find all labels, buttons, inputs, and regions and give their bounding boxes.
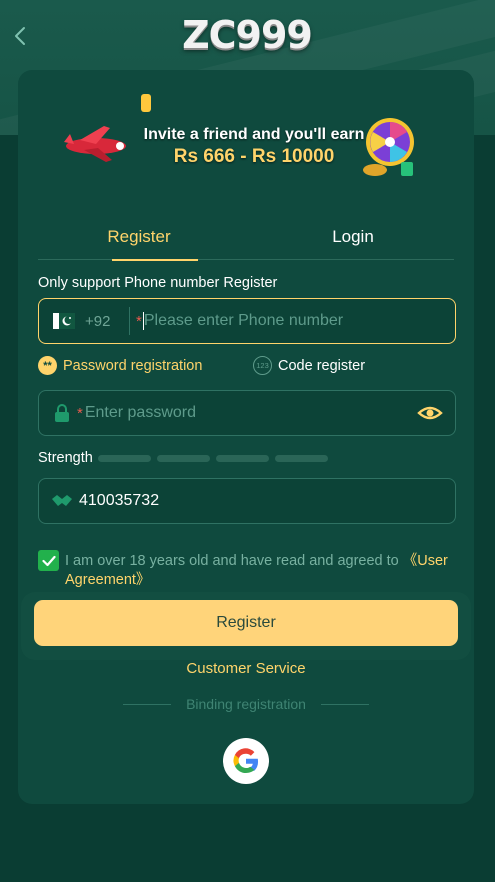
agreement-statement: I am over 18 years old and have read and… [65, 553, 403, 569]
password-registration-label: Password registration [63, 357, 203, 374]
checkmark-icon [41, 555, 56, 566]
back-button[interactable] [8, 22, 32, 50]
code-register-label: Code register [278, 357, 366, 374]
invite-code-field[interactable] [38, 478, 456, 524]
agreement-text: I am over 18 years old and have read and… [65, 552, 455, 590]
prize-wheel-icon [363, 118, 414, 176]
google-icon [233, 748, 259, 774]
code-register-option[interactable]: 123 Code register [253, 356, 365, 375]
divider-line [321, 704, 369, 705]
tab-login[interactable]: Login [278, 214, 428, 260]
field-divider [129, 307, 130, 335]
phone-input[interactable] [143, 312, 444, 330]
customer-service-link[interactable]: Customer Service [18, 660, 474, 677]
coin-icon [141, 94, 151, 112]
password-registration-option[interactable]: ** Password registration [38, 356, 202, 375]
register-card: Invite a friend and you'll earn Rs 666 -… [18, 70, 474, 804]
required-mark: * [77, 404, 83, 422]
strength-bar [275, 454, 328, 462]
code-mode-icon: 123 [253, 356, 272, 375]
logo-text: ZC999 [182, 13, 313, 57]
strength-bar [216, 454, 269, 462]
invite-code-input[interactable] [79, 492, 379, 510]
phone-field[interactable]: +92 * [38, 298, 456, 344]
plane-icon [64, 126, 126, 162]
chevron-left-icon [15, 27, 25, 45]
binding-registration: Binding registration [18, 696, 474, 714]
lock-icon [55, 404, 69, 422]
register-note: Only support Phone number Register [38, 275, 278, 291]
agreement-checkbox[interactable] [38, 550, 59, 571]
password-input[interactable] [84, 404, 385, 422]
google-login-button[interactable] [223, 738, 269, 784]
invite-banner[interactable]: Invite a friend and you'll earn Rs 666 -… [60, 92, 430, 184]
country-code[interactable]: +92 [85, 313, 121, 330]
eye-icon[interactable] [417, 403, 443, 423]
binding-registration-label: Binding registration [186, 696, 306, 712]
app-logo: ZC999 [182, 12, 313, 58]
auth-tabs: Register Login [38, 214, 454, 261]
tab-register[interactable]: Register [64, 214, 214, 261]
password-mode-icon: ** [38, 356, 57, 375]
tab-login-label: Login [332, 227, 374, 246]
strength-label: Strength [38, 450, 93, 466]
register-button[interactable]: Register [34, 600, 458, 646]
agreement: I am over 18 years old and have read and… [38, 550, 458, 590]
active-tab-indicator [112, 259, 198, 261]
register-button-container: Register [21, 592, 471, 660]
password-field[interactable]: * [38, 390, 456, 436]
banner-title: Invite a friend and you'll earn [143, 126, 365, 143]
banner-amount: Rs 666 - Rs 10000 [173, 146, 335, 167]
registration-mode: ** Password registration 123 Code regist… [38, 356, 456, 378]
handshake-icon [52, 495, 72, 506]
strength-bar [98, 454, 151, 462]
strength-bar [157, 454, 210, 462]
password-strength: Strength [38, 449, 456, 467]
required-mark: * [136, 312, 142, 330]
tab-register-label: Register [107, 227, 171, 246]
pakistan-flag-icon [53, 313, 75, 329]
